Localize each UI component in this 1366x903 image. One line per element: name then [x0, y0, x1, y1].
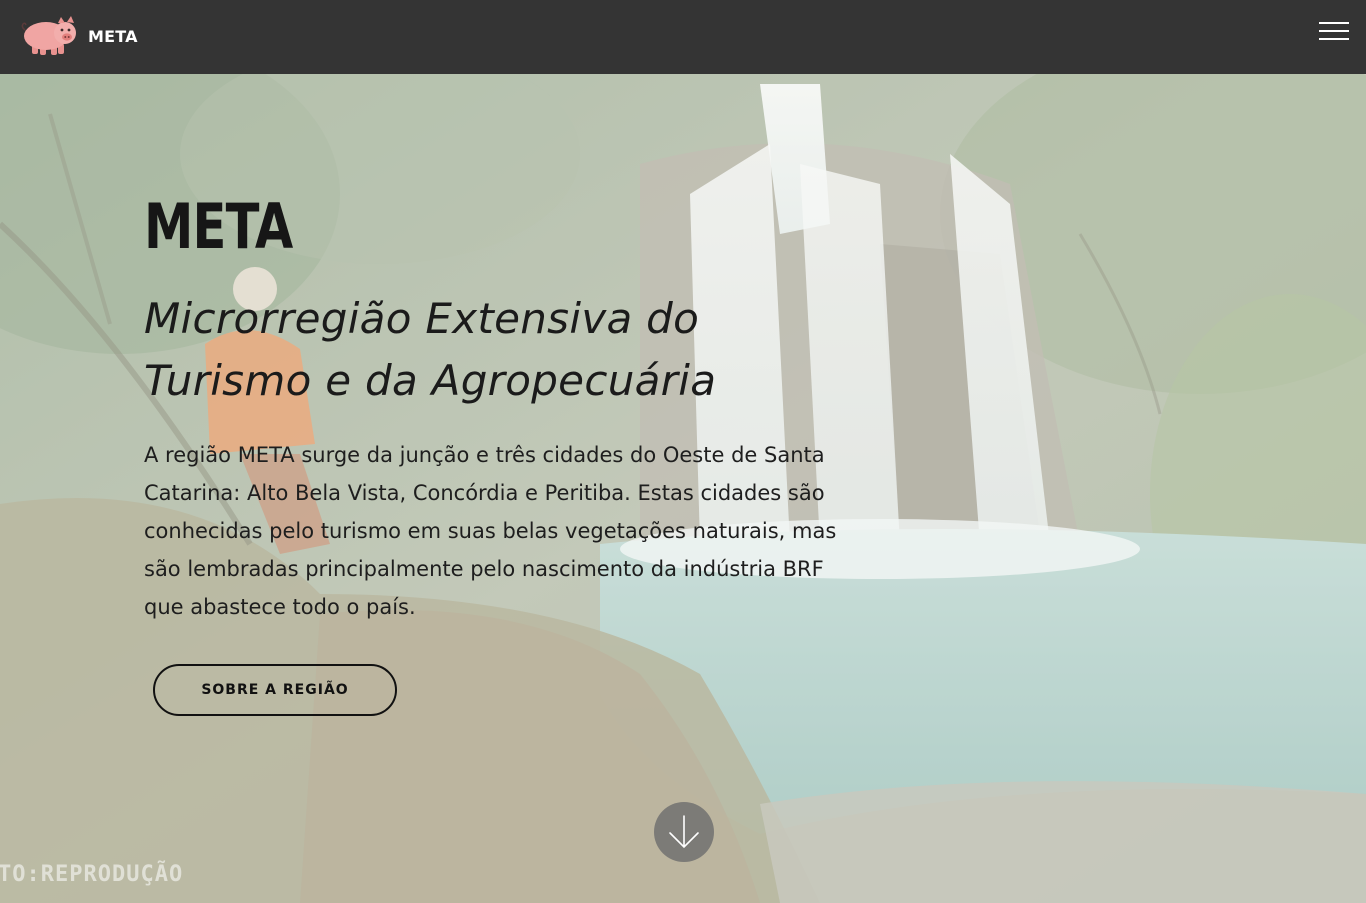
hamburger-menu-icon[interactable] [1319, 21, 1351, 43]
hero-title: META [144, 190, 293, 263]
pig-icon [21, 16, 76, 55]
arrow-down-icon [669, 815, 699, 849]
about-region-button[interactable]: SOBRE A REGIÃO [153, 664, 397, 716]
photo-credit: TO:REPRODUÇÃO [0, 862, 184, 887]
hero-section: META Microrregião Extensiva do Turismo e… [0, 74, 1366, 903]
hero-subtitle-line-2: Turismo e da Agropecuária [144, 356, 717, 405]
hero-subtitle-line-1: Microrregião Extensiva do [144, 294, 700, 343]
hero-description: A região META surge da junção e três cid… [144, 443, 837, 619]
hero-subtitle: Microrregião Extensiva do Turismo e da A… [144, 288, 844, 412]
hamburger-line [1319, 38, 1349, 40]
hamburger-line [1319, 30, 1349, 32]
hamburger-line [1319, 22, 1349, 24]
scroll-down-button[interactable] [654, 802, 714, 862]
brand-link[interactable]: META [18, 14, 138, 58]
top-navbar: META [0, 0, 1366, 74]
brand-name: META [88, 26, 138, 46]
